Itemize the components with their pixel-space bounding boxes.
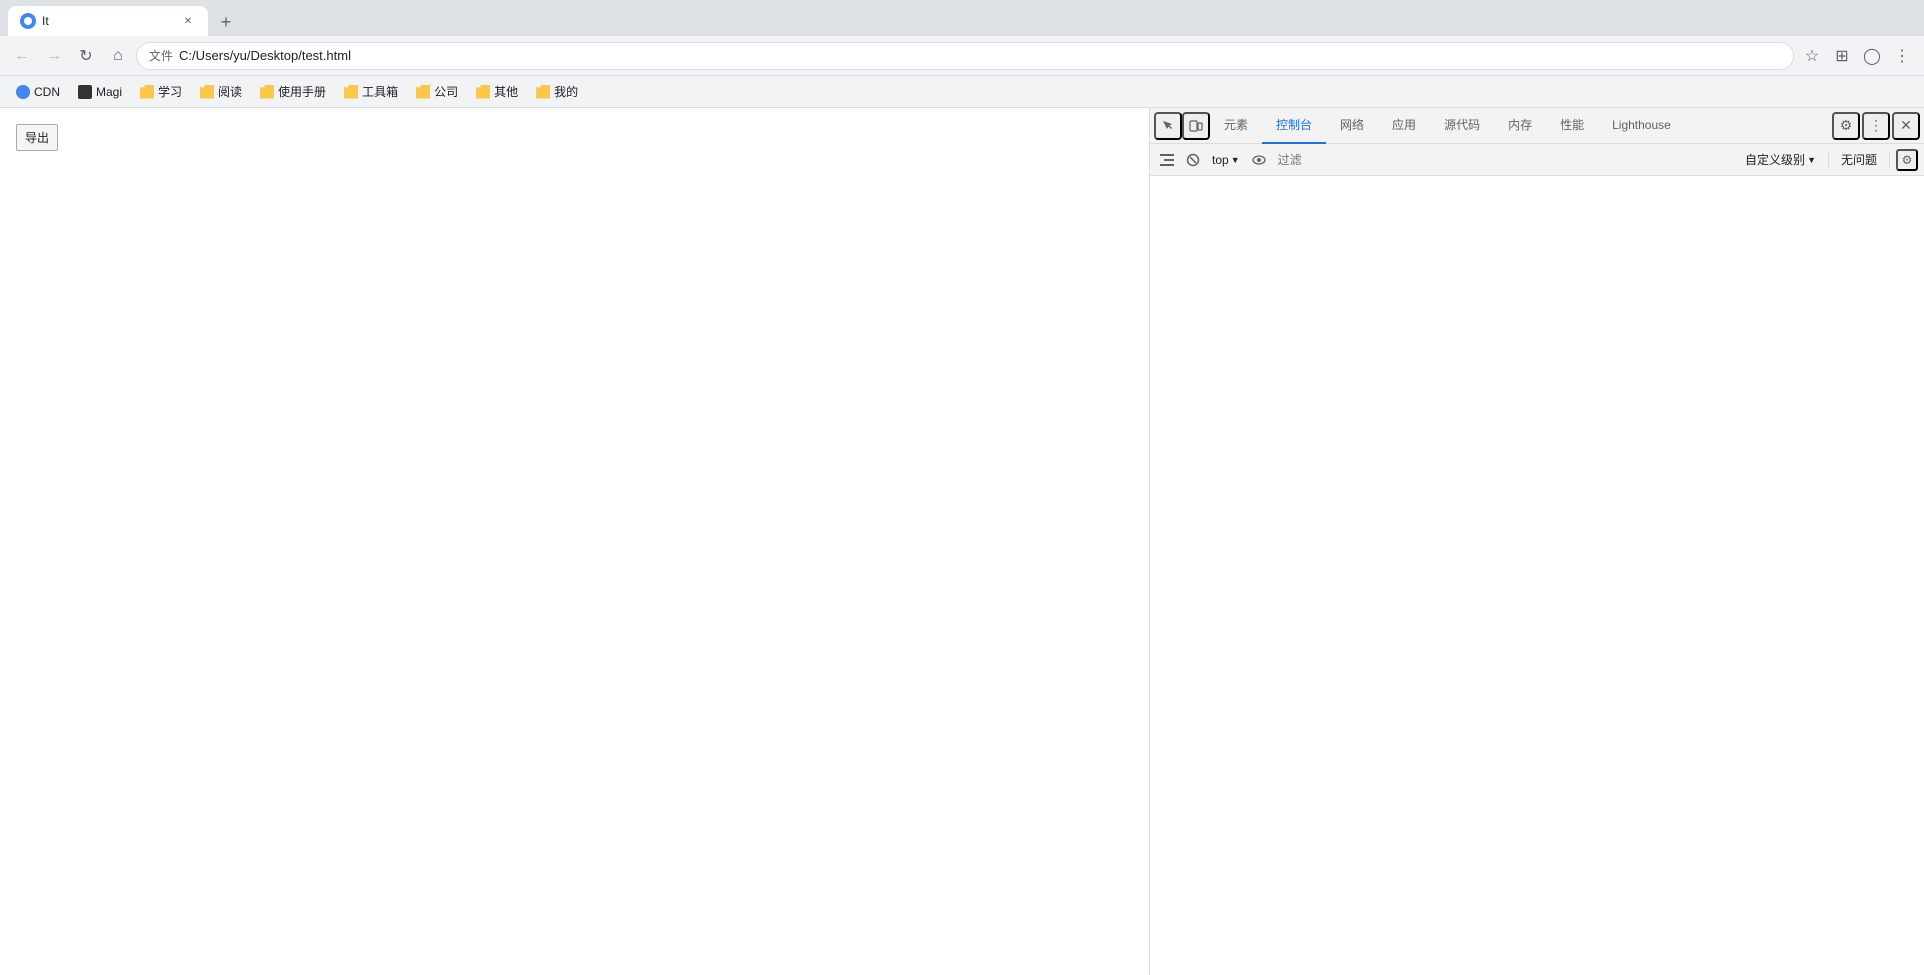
bookmark-company-label: 公司 <box>434 83 458 100</box>
home-button[interactable]: ⌂ <box>104 42 132 70</box>
address-bar-protocol: 文件 <box>149 47 173 64</box>
nav-right-buttons: ☆ ⊞ ◯ ⋮ <box>1798 42 1916 70</box>
devtools-console-content: > <box>1150 176 1924 975</box>
devtools-tab-lighthouse[interactable]: Lighthouse <box>1598 108 1685 144</box>
eye-button[interactable] <box>1248 149 1270 171</box>
bookmark-company[interactable]: 公司 <box>408 79 466 104</box>
no-issues-button[interactable]: 无问题 <box>1835 149 1883 170</box>
main-area: 导出 元素 <box>0 108 1924 975</box>
export-button[interactable]: 导出 <box>16 124 58 151</box>
device-toggle-button[interactable] <box>1182 112 1210 140</box>
page-content: 导出 <box>0 108 1149 975</box>
console-filter-input[interactable] <box>1274 153 1735 167</box>
bookmark-other[interactable]: 其他 <box>468 79 526 104</box>
bookmark-cdn-icon <box>16 85 30 99</box>
bookmark-cdn[interactable]: CDN <box>8 81 68 103</box>
bookmark-company-icon <box>416 85 430 99</box>
bookmark-study-icon <box>140 85 154 99</box>
tab-bar: It ✕ + <box>0 0 1924 36</box>
back-button[interactable]: ← <box>8 42 36 70</box>
bookmark-manual[interactable]: 使用手册 <box>252 79 334 104</box>
devtools-tab-sources[interactable]: 源代码 <box>1430 108 1494 144</box>
toolbar-divider <box>1828 152 1829 168</box>
console-settings-button[interactable]: ⚙ <box>1896 149 1918 171</box>
bookmark-manual-icon <box>260 85 274 99</box>
devtools-console-toolbar: top ▼ 自定义级别 ▼ <box>1150 144 1924 176</box>
address-bar-text[interactable]: C:/Users/yu/Desktop/test.html <box>179 48 1781 63</box>
devtools-more-button[interactable]: ⋮ <box>1862 112 1890 140</box>
console-empty-area <box>1150 180 1924 975</box>
bookmark-read-label: 阅读 <box>218 83 242 100</box>
bookmark-magi[interactable]: Magi <box>70 81 130 103</box>
bookmark-tools-label: 工具箱 <box>362 83 398 100</box>
bookmark-manual-label: 使用手册 <box>278 83 326 100</box>
tab-favicon <box>20 13 36 29</box>
tab-close-button[interactable]: ✕ <box>180 13 196 29</box>
bookmark-other-label: 其他 <box>494 83 518 100</box>
bookmark-tools-icon <box>344 85 358 99</box>
devtools-panel: 元素 控制台 网络 应用 源代码 内存 性能 <box>1149 108 1924 975</box>
devtools-header: 元素 控制台 网络 应用 源代码 内存 性能 <box>1150 108 1924 144</box>
bookmark-read-icon <box>200 85 214 99</box>
bookmark-magi-label: Magi <box>96 85 122 99</box>
devtools-tab-memory[interactable]: 内存 <box>1494 108 1546 144</box>
bookmark-mine-label: 我的 <box>554 83 578 100</box>
devtools-button[interactable]: ⋮ <box>1888 42 1916 70</box>
devtools-settings-button[interactable]: ⚙ <box>1832 112 1860 140</box>
bookmark-other-icon <box>476 85 490 99</box>
bookmark-study[interactable]: 学习 <box>132 79 190 104</box>
clear-console-button[interactable] <box>1182 149 1204 171</box>
context-selector-arrow: ▼ <box>1231 155 1240 165</box>
devtools-tab-elements[interactable]: 元素 <box>1210 108 1262 144</box>
bookmark-button[interactable]: ☆ <box>1798 42 1826 70</box>
bookmark-mine-icon <box>536 85 550 99</box>
log-level-selector[interactable]: 自定义级别 ▼ <box>1739 149 1822 170</box>
bookmark-mine[interactable]: 我的 <box>528 79 586 104</box>
extension-button[interactable]: ⊞ <box>1828 42 1856 70</box>
devtools-close-button[interactable]: ✕ <box>1892 112 1920 140</box>
inspect-element-button[interactable] <box>1154 112 1182 140</box>
devtools-header-right: ⚙ ⋮ ✕ <box>1832 112 1920 140</box>
bookmarks-bar: CDN Magi 学习 阅读 使用手册 工具箱 公司 其他 <box>0 76 1924 108</box>
bookmark-cdn-label: CDN <box>34 85 60 99</box>
reload-button[interactable]: ↻ <box>72 42 100 70</box>
browser-tab[interactable]: It ✕ <box>8 6 208 36</box>
forward-button[interactable]: → <box>40 42 68 70</box>
tab-title: It <box>42 14 180 28</box>
toolbar-divider-2 <box>1889 152 1890 168</box>
devtools-tab-network[interactable]: 网络 <box>1326 108 1378 144</box>
bookmark-study-label: 学习 <box>158 83 182 100</box>
devtools-tab-performance[interactable]: 性能 <box>1546 108 1598 144</box>
address-bar-container: 文件 C:/Users/yu/Desktop/test.html <box>136 42 1794 70</box>
bookmark-tools[interactable]: 工具箱 <box>336 79 406 104</box>
context-selector[interactable]: top ▼ <box>1208 151 1244 169</box>
profile-button[interactable]: ◯ <box>1858 42 1886 70</box>
console-sidebar-button[interactable] <box>1156 149 1178 171</box>
devtools-tab-console[interactable]: 控制台 <box>1262 108 1326 144</box>
bookmark-magi-icon <box>78 85 92 99</box>
new-tab-button[interactable]: + <box>212 8 240 36</box>
nav-bar: ← → ↻ ⌂ 文件 C:/Users/yu/Desktop/test.html… <box>0 36 1924 76</box>
bookmark-read[interactable]: 阅读 <box>192 79 250 104</box>
browser-frame: It ✕ + ← → ↻ ⌂ 文件 C:/Users/yu/Desktop/te… <box>0 0 1924 975</box>
devtools-tab-application[interactable]: 应用 <box>1378 108 1430 144</box>
level-selector-arrow: ▼ <box>1807 155 1816 165</box>
